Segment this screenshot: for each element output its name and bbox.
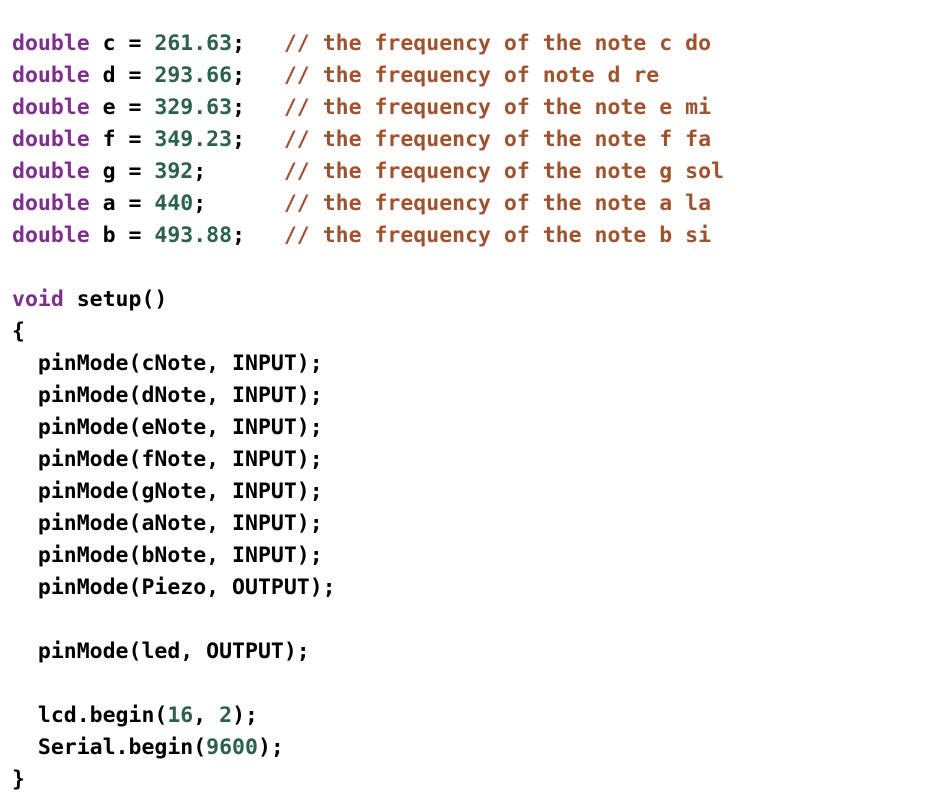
code-token-keyword: double: [12, 126, 90, 152]
code-token-number: 329.63: [154, 94, 233, 120]
code-token-keyword: double: [12, 62, 90, 88]
code-token-comment: // the frequency of the note b si: [283, 222, 712, 248]
code-line: double b = 493.88; // the frequency of t…: [12, 220, 724, 252]
code-token-text: f =: [89, 126, 155, 152]
code-token-number: 349.23: [154, 126, 233, 152]
code-token-number: 293.66: [154, 62, 233, 88]
code-line: pinMode(Piezo, OUTPUT);: [12, 572, 724, 604]
code-token-text: a =: [89, 190, 155, 216]
code-token-text: );: [232, 702, 258, 728]
source-code-block[interactable]: double c = 261.63; // the frequency of t…: [12, 28, 724, 796]
code-token-text: setup(): [63, 286, 168, 312]
code-token-text: pinMode(aNote, INPUT);: [12, 510, 323, 536]
code-token-text: ;: [232, 30, 284, 56]
code-token-keyword: double: [12, 30, 90, 56]
code-token-text: pinMode(led, OUTPUT);: [12, 638, 310, 664]
code-token-number: 9600: [206, 734, 258, 760]
code-token-number: 16: [167, 702, 194, 728]
code-token-text: {: [12, 318, 25, 344]
code-token-text: ;: [232, 94, 284, 120]
code-line: pinMode(eNote, INPUT);: [12, 412, 724, 444]
code-token-comment: // the frequency of the note f fa: [283, 126, 712, 152]
code-line: double f = 349.23; // the frequency of t…: [12, 124, 724, 156]
code-token-text: Serial.begin(: [12, 734, 207, 760]
code-token-comment: // the frequency of the note a la: [283, 190, 712, 216]
code-line: pinMode(aNote, INPUT);: [12, 508, 724, 540]
code-token-comment: // the frequency of the note e mi: [283, 94, 712, 120]
code-line: }: [12, 764, 724, 796]
code-token-keyword: double: [12, 94, 90, 120]
code-line: double e = 329.63; // the frequency of t…: [12, 92, 724, 124]
code-token-text: ;: [232, 222, 284, 248]
code-token-comment: // the frequency of the note c do: [283, 30, 712, 56]
code-line: pinMode(cNote, INPUT);: [12, 348, 724, 380]
code-token-text: pinMode(fNote, INPUT);: [12, 446, 323, 472]
code-token-number: 440: [154, 190, 194, 216]
code-line: double g = 392; // the frequency of the …: [12, 156, 724, 188]
code-token-text: pinMode(cNote, INPUT);: [12, 350, 323, 376]
code-token-text: pinMode(gNote, INPUT);: [12, 478, 323, 504]
code-line: pinMode(gNote, INPUT);: [12, 476, 724, 508]
code-token-comment: // the frequency of note d re: [283, 62, 660, 88]
code-line: void setup(): [12, 284, 724, 316]
code-line: {: [12, 316, 724, 348]
code-token-text: pinMode(bNote, INPUT);: [12, 542, 323, 568]
code-token-keyword: void: [12, 286, 64, 312]
code-token-text: ;: [232, 126, 284, 152]
code-line: lcd.begin(16, 2);: [12, 700, 724, 732]
code-token-number: 261.63: [154, 30, 233, 56]
code-token-text: e =: [89, 94, 155, 120]
code-line: double d = 293.66; // the frequency of n…: [12, 60, 724, 92]
code-viewer[interactable]: double c = 261.63; // the frequency of t…: [0, 0, 952, 802]
code-token-comment: // the frequency of the note g sol: [283, 158, 724, 184]
code-token-text: c =: [89, 30, 155, 56]
code-token-number: 493.88: [154, 222, 233, 248]
code-token-text: b =: [89, 222, 155, 248]
code-token-keyword: double: [12, 222, 90, 248]
code-line: pinMode(dNote, INPUT);: [12, 380, 724, 412]
code-token-text: ;: [193, 190, 284, 216]
code-token-text: pinMode(eNote, INPUT);: [12, 414, 323, 440]
code-token-text: d =: [89, 62, 155, 88]
code-line: double c = 261.63; // the frequency of t…: [12, 28, 724, 60]
code-line: pinMode(led, OUTPUT);: [12, 636, 724, 668]
code-token-text: ;: [232, 62, 284, 88]
code-token-number: 392: [154, 158, 194, 184]
code-line: Serial.begin(9600);: [12, 732, 724, 764]
code-token-text: pinMode(Piezo, OUTPUT);: [12, 574, 336, 600]
code-token-text: }: [12, 766, 25, 792]
code-token-keyword: double: [12, 190, 90, 216]
code-token-keyword: double: [12, 158, 90, 184]
code-line: double a = 440; // the frequency of the …: [12, 188, 724, 220]
code-token-text: ;: [193, 158, 284, 184]
code-token-text: lcd.begin(: [12, 702, 168, 728]
code-line: pinMode(bNote, INPUT);: [12, 540, 724, 572]
code-token-text: ,: [193, 702, 220, 728]
code-token-text: );: [257, 734, 284, 760]
code-token-text: pinMode(dNote, INPUT);: [12, 382, 323, 408]
code-line: pinMode(fNote, INPUT);: [12, 444, 724, 476]
code-token-text: g =: [89, 158, 155, 184]
code-token-number: 2: [219, 702, 233, 728]
